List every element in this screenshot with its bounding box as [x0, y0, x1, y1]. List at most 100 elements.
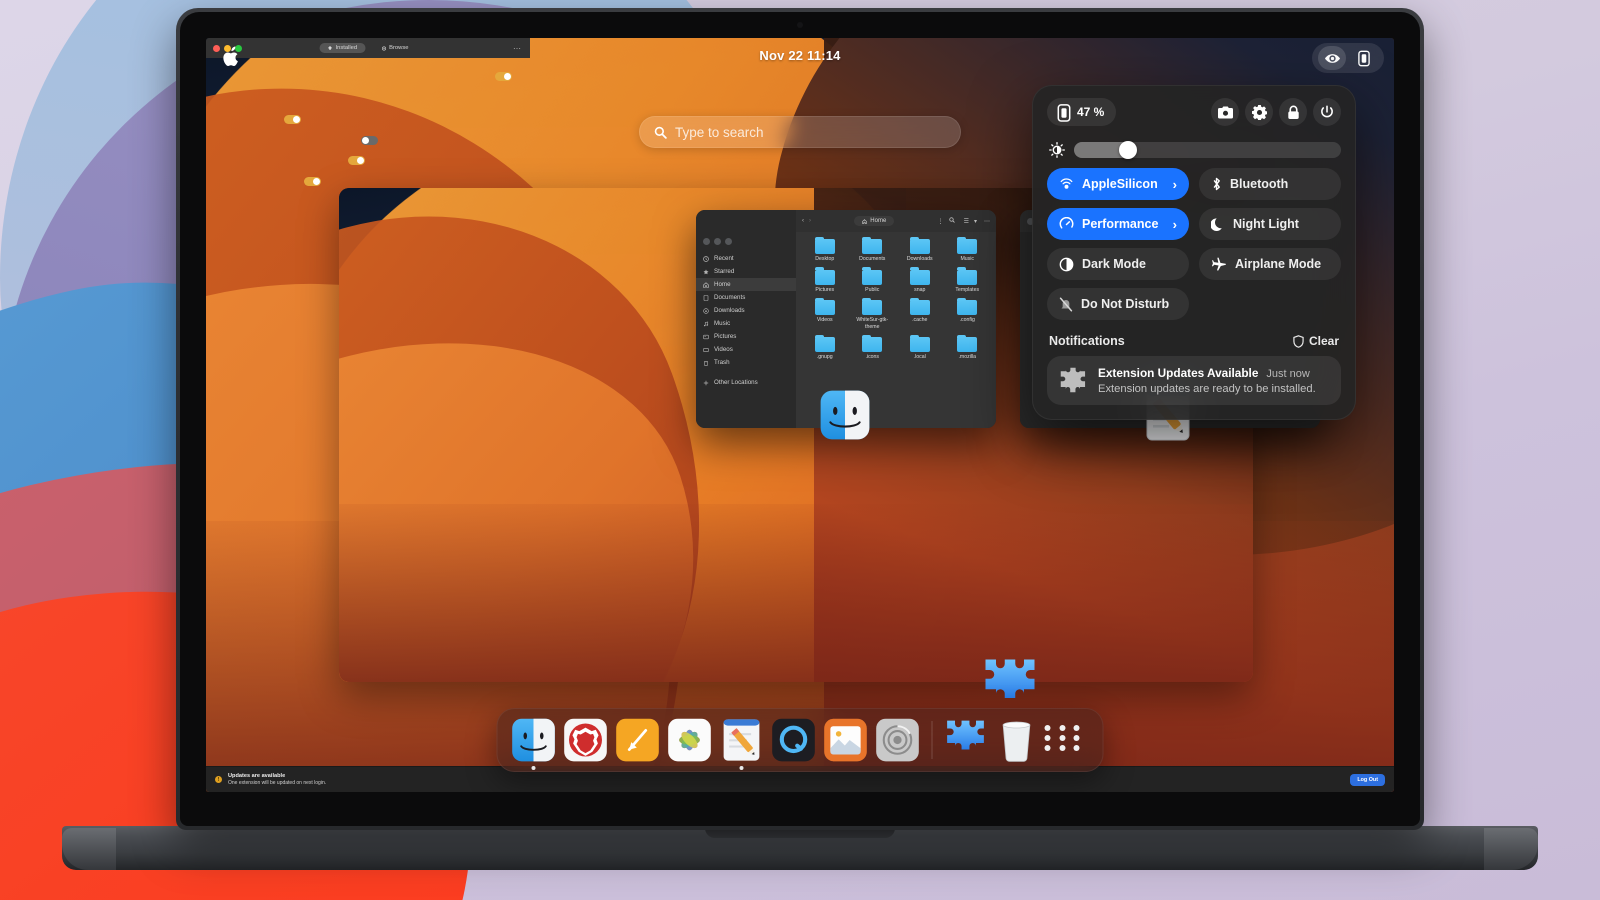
file-name: .config [959, 317, 975, 323]
dock-item-image-viewer[interactable] [824, 718, 868, 762]
more-vertical-icon[interactable]: ⋮ [938, 218, 944, 225]
dock-item-show-applications[interactable] [1044, 718, 1089, 762]
extension-toggle[interactable] [361, 135, 379, 145]
brightness-slider[interactable] [1074, 141, 1341, 159]
files-window-controls[interactable] [703, 237, 732, 245]
sidebar-item-starred[interactable]: Starred [696, 265, 796, 278]
screen-recording-indicator[interactable] [1318, 46, 1346, 70]
settings-button[interactable] [1245, 98, 1273, 126]
breadcrumb[interactable]: Home [854, 216, 895, 226]
lock-button[interactable] [1279, 98, 1307, 126]
log-out-button[interactable]: Log Out [1350, 773, 1385, 786]
sidebar-item-downloads[interactable]: Downloads [696, 304, 796, 317]
folder-icon [909, 334, 930, 352]
dock-item-trash[interactable] [997, 718, 1037, 762]
apple-logo-icon[interactable] [222, 46, 240, 68]
sidebar-item-recent[interactable]: Recent [696, 252, 796, 265]
power-button[interactable] [1313, 98, 1341, 126]
file-item[interactable]: Music [945, 236, 991, 263]
search-input[interactable]: Type to search [639, 116, 961, 148]
tile-performance[interactable]: Performance › [1047, 208, 1189, 240]
tile-dark-mode[interactable]: Dark Mode [1047, 248, 1189, 280]
file-item[interactable]: .mozilla [945, 334, 991, 361]
menu-icon[interactable]: ⋯ [984, 218, 990, 225]
tile-label: Dark Mode [1082, 257, 1146, 271]
search-icon[interactable] [948, 217, 955, 225]
screenshot-root: Nov 22 11:14 Type to search Recent Starr… [0, 0, 1600, 900]
tile-label: Do Not Disturb [1081, 297, 1170, 311]
sidebar-item-pictures[interactable]: Pictures [696, 330, 796, 343]
chevron-right-icon[interactable]: › [1173, 217, 1177, 232]
file-item[interactable]: Downloads [897, 236, 943, 263]
dock-item-brave-browser[interactable] [564, 718, 608, 762]
sidebar-item-music[interactable]: Music [696, 317, 796, 330]
file-item[interactable]: Public [850, 267, 896, 294]
file-item[interactable]: .cache [897, 297, 943, 330]
file-item[interactable]: Documents [850, 236, 896, 263]
battery-percentage[interactable]: 47 % [1047, 98, 1117, 126]
extension-toggle[interactable] [348, 156, 366, 166]
slider-knob[interactable] [1119, 141, 1138, 159]
quicktime-icon [772, 718, 815, 762]
extension-toggle[interactable] [303, 176, 321, 186]
dock-item-system-settings[interactable] [876, 718, 920, 762]
sidebar-item-videos[interactable]: Videos [696, 343, 796, 356]
folder-icon [909, 267, 930, 285]
finder-icon [512, 718, 555, 762]
tile-bluetooth[interactable]: Bluetooth [1199, 168, 1341, 200]
clear-notifications-button[interactable]: Clear [1293, 334, 1339, 348]
sidebar-item-trash[interactable]: Trash [696, 356, 796, 369]
forward-icon[interactable]: › [809, 218, 811, 224]
sidebar-item-documents[interactable]: Documents [696, 291, 796, 304]
tile-night-light[interactable]: Night Light [1199, 208, 1341, 240]
tile-do-not-disturb[interactable]: Do Not Disturb [1047, 288, 1189, 320]
tile-airplane-mode[interactable]: Airplane Mode [1199, 248, 1341, 280]
extension-toggle[interactable] [283, 115, 301, 125]
quick-settings-panel[interactable]: 47 % AppleSilicon › Bluetooth Performanc… [1032, 85, 1356, 420]
screenshot-button[interactable] [1211, 98, 1239, 126]
tile-applesilicon[interactable]: AppleSilicon › [1047, 168, 1189, 200]
battery-indicator[interactable] [1350, 46, 1378, 70]
extensions-icon[interactable] [982, 656, 1038, 712]
dock-item-finder[interactable] [512, 718, 556, 770]
sidebar-item-home[interactable]: Home [696, 278, 796, 291]
notification-item[interactable]: Extension Updates Available Just now Ext… [1047, 356, 1341, 405]
quick-toggle-grid: AppleSilicon › Bluetooth Performance › N… [1047, 168, 1341, 320]
tile-label: Night Light [1233, 217, 1299, 231]
finder-icon[interactable] [818, 389, 872, 441]
dock-item-text-editor[interactable] [720, 718, 764, 770]
folder-icon [862, 267, 883, 285]
file-item[interactable]: .local [897, 334, 943, 361]
bell-slash-icon [1059, 297, 1073, 311]
dock-item-quicktime[interactable] [772, 718, 816, 762]
file-item[interactable]: Templates [945, 267, 991, 294]
file-item[interactable]: snap [897, 267, 943, 294]
file-item[interactable]: .icons [850, 334, 896, 361]
airplane-icon [1211, 257, 1226, 271]
file-item[interactable]: WhiteSur-gtk-theme [850, 297, 896, 330]
sidebar-label: Starred [714, 268, 735, 275]
tile-label: Bluetooth [1230, 177, 1289, 191]
speedometer-icon [1059, 216, 1074, 229]
file-item[interactable]: Desktop [802, 236, 848, 263]
video-icon [703, 347, 709, 353]
back-icon[interactable]: ‹ [802, 218, 804, 224]
dock-item-notes-yellow[interactable] [616, 718, 660, 762]
contrast-icon [1059, 257, 1074, 271]
dock-item-extensions[interactable] [945, 718, 989, 762]
notifications-label: Notifications [1049, 334, 1125, 348]
chevron-right-icon[interactable]: › [1173, 177, 1177, 192]
menu-bar-clock[interactable]: Nov 22 11:14 [759, 48, 840, 63]
file-item[interactable]: Videos [802, 297, 848, 330]
brightness-icon [1049, 142, 1065, 158]
file-item[interactable]: Pictures [802, 267, 848, 294]
view-toggle-icon[interactable]: ☰ [964, 218, 969, 225]
file-item[interactable]: .gnupg [802, 334, 848, 361]
chevron-down-icon[interactable]: ▾ [974, 218, 977, 225]
sidebar-label: Downloads [714, 307, 745, 314]
file-item[interactable]: .config [945, 297, 991, 330]
sidebar-item-other-locations[interactable]: Other Locations [696, 376, 796, 389]
bluetooth-icon [1213, 177, 1220, 191]
pages-icon [616, 718, 659, 762]
dock-item-photos[interactable] [668, 718, 712, 762]
